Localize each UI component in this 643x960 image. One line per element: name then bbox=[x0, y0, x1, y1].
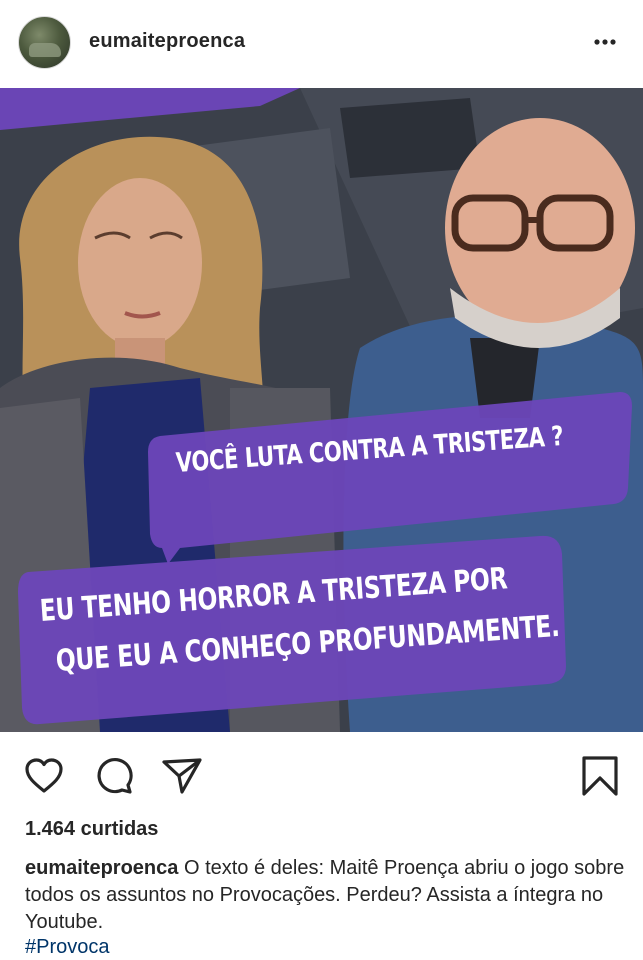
more-options-icon[interactable] bbox=[591, 28, 619, 56]
avatar[interactable] bbox=[18, 16, 71, 69]
bookmark-icon[interactable] bbox=[578, 754, 622, 798]
heart-icon[interactable] bbox=[22, 754, 66, 798]
action-bar bbox=[0, 732, 643, 812]
hashtag-link[interactable]: #Provoca bbox=[25, 936, 110, 960]
post-username[interactable]: eumaiteproenca bbox=[89, 30, 245, 53]
caption-username[interactable]: eumaiteproenca bbox=[25, 857, 178, 879]
share-icon[interactable] bbox=[160, 754, 204, 798]
likes-count[interactable]: 1.464 curtidas bbox=[25, 818, 158, 841]
post-caption: eumaiteproenca O texto é deles: Maitê Pr… bbox=[25, 855, 625, 936]
post-header: eumaiteproenca bbox=[0, 0, 643, 88]
comment-icon[interactable] bbox=[92, 754, 136, 798]
